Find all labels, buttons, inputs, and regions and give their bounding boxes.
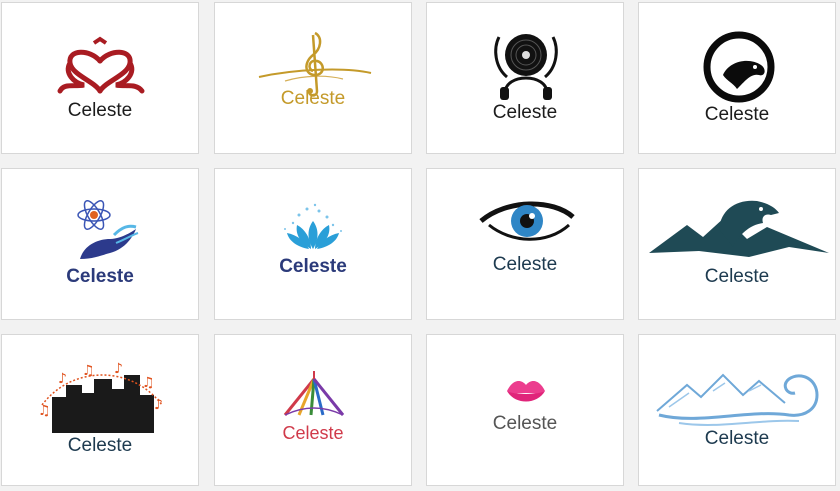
- treble-clef-icon: [258, 31, 372, 97]
- logo-grid: Celeste Celeste Celeste Celeste Celeste …: [0, 0, 840, 491]
- logo-card-12[interactable]: Celeste: [638, 334, 836, 486]
- svg-text:♫: ♫: [82, 363, 95, 379]
- brand-name: Celeste: [282, 423, 344, 443]
- svg-text:♪: ♪: [154, 397, 163, 413]
- logo-card-3[interactable]: Celeste: [426, 2, 624, 154]
- logo-card-1[interactable]: Celeste: [1, 2, 199, 154]
- logo-card-4[interactable]: Celeste: [638, 2, 836, 154]
- logo-card-11[interactable]: Celeste: [426, 334, 624, 486]
- brand-name: Celeste: [67, 100, 133, 121]
- svg-text:♪: ♪: [58, 371, 67, 387]
- logo-card-5[interactable]: Celeste: [1, 168, 199, 320]
- city-music-icon: ♫ ♪ ♫ ♪ ♫ ♪: [38, 361, 163, 433]
- heart-ribbon-icon: [57, 36, 145, 94]
- svg-text:♫: ♫: [142, 375, 155, 391]
- logo-card-6[interactable]: Celeste: [214, 168, 412, 320]
- brand-name: Celeste: [704, 104, 770, 125]
- brand-name: Celeste: [704, 428, 770, 449]
- logo-card-8[interactable]: Celeste: [638, 168, 836, 320]
- brand-name: Celeste: [492, 413, 558, 434]
- svg-text:♫: ♫: [38, 403, 51, 419]
- brand-name: Celeste: [280, 88, 346, 109]
- lotus-icon: [284, 203, 342, 249]
- logo-card-2[interactable]: Celeste: [214, 2, 412, 154]
- svg-text:♪: ♪: [114, 361, 123, 377]
- logo-card-9[interactable]: ♫ ♪ ♫ ♪ ♫ ♪ Celeste: [1, 334, 199, 486]
- brand-name: Celeste: [492, 102, 558, 123]
- eagle-mountain-icon: [649, 200, 829, 257]
- brand-name: Celeste: [67, 435, 133, 456]
- lips-icon: [507, 381, 545, 402]
- tent-icon: [283, 371, 345, 416]
- logo-card-10[interactable]: Celeste: [214, 334, 412, 486]
- eagle-circle-icon: [703, 31, 775, 103]
- atom-hand-icon: [77, 200, 139, 259]
- brand-name: Celeste: [279, 256, 347, 277]
- brand-name: Celeste: [704, 266, 770, 287]
- mountain-wave-icon: [656, 373, 819, 426]
- eye-icon: [479, 201, 575, 241]
- brand-name: Celeste: [492, 254, 558, 275]
- vinyl-headphones-icon: [494, 34, 558, 100]
- logo-card-7[interactable]: Celeste: [426, 168, 624, 320]
- brand-name: Celeste: [66, 266, 134, 287]
